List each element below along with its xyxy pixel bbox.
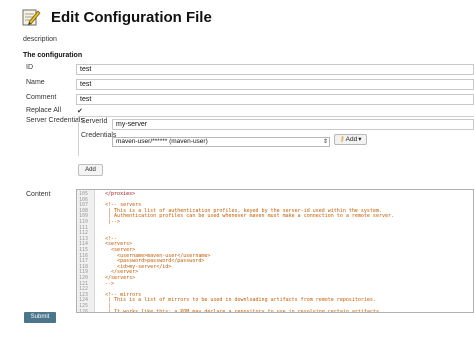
chevron-down-icon: ⇕ [322,139,328,145]
content-editor[interactable]: 105 </proxies> 106 107 <!-- servers 108 | T… [76,189,474,313]
section-title: The configuration [23,52,83,59]
add-credentials-button[interactable]: ⚷ Add ▾ [334,134,367,145]
comment-label: Comment [26,94,57,101]
server-credentials-label: Server Credentials [26,117,84,124]
add-credentials-label: Add [345,136,358,143]
caret-down-icon: ▾ [358,136,362,143]
code-text: | It works like this: a POM may declare … [99,308,382,313]
add-server-credential-button[interactable]: Add [78,164,103,176]
comment-field[interactable]: test [76,94,474,105]
content-label: Content [26,191,51,198]
replace-all-checkbox[interactable]: ✔ [77,108,84,115]
key-icon: ⚷ [339,136,345,143]
page-title: Edit Configuration File [51,9,212,26]
server-id-label: ServerId [81,118,108,125]
id-field[interactable]: test [76,64,474,75]
notepad-pencil-icon [22,8,41,27]
replace-all-label: Replace All [26,107,62,114]
line-number: 126 [79,308,89,313]
credentials-select[interactable]: maven-user/****** (maven-user) ⇕ [112,137,330,147]
id-label: ID [26,64,33,71]
code-line: 126 | It works like this: a POM may decl… [77,308,473,313]
name-label: Name [26,79,45,86]
name-field[interactable]: test [76,79,474,90]
credentials-selected-value: maven-user/****** (maven-user) [116,138,208,145]
description-link[interactable]: description [23,36,57,43]
server-id-field[interactable]: my-server [112,119,474,130]
submit-button[interactable]: Submit [24,312,56,323]
